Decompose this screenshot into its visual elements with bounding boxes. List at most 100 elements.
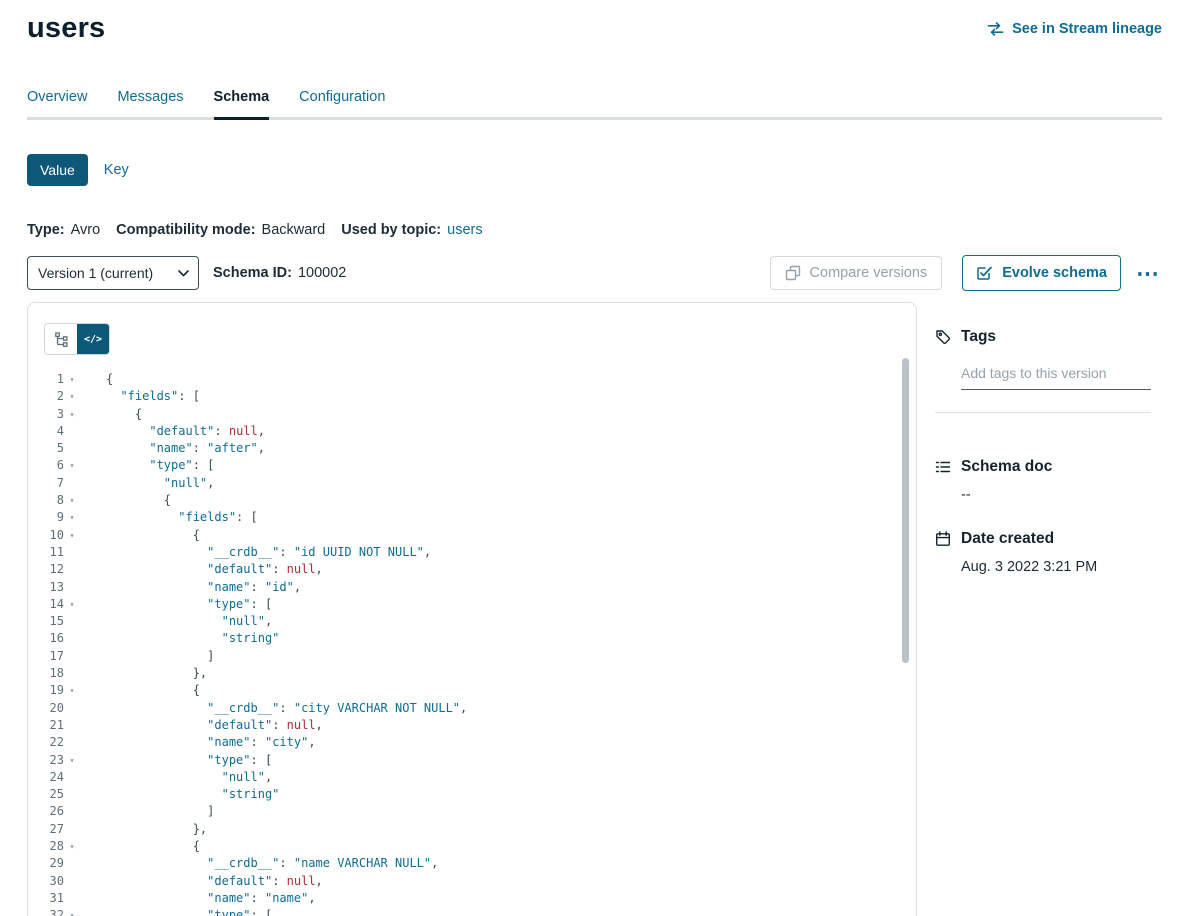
fold-toggle-icon[interactable]: ▾ — [64, 509, 80, 526]
fold-gutter-spacer — [64, 579, 80, 596]
key-toggle-button[interactable]: Key — [104, 162, 129, 178]
code-text: "default": null, — [80, 717, 323, 734]
code-line: 19▾ { — [44, 682, 916, 699]
code-line: 27 }, — [44, 821, 916, 838]
fold-toggle-icon[interactable]: ▾ — [64, 527, 80, 544]
fold-gutter-spacer — [64, 544, 80, 561]
fold-gutter-spacer — [64, 561, 80, 578]
editor-scrollbar-thumb[interactable] — [902, 358, 909, 663]
code-line: 6▾ "type": [ — [44, 457, 916, 474]
value-toggle-button[interactable]: Value — [27, 154, 88, 186]
fold-gutter-spacer — [64, 423, 80, 440]
tab-messages[interactable]: Messages — [117, 89, 183, 120]
line-number: 30 — [44, 873, 64, 890]
evolve-schema-label: Evolve schema — [1002, 265, 1107, 281]
fold-toggle-icon[interactable]: ▾ — [64, 907, 80, 916]
version-select[interactable]: Version 1 (current) — [27, 256, 199, 290]
line-number: 1 — [44, 371, 64, 388]
code-line: 3▾ { — [44, 406, 916, 423]
line-number: 5 — [44, 440, 64, 457]
code-line: 28▾ { — [44, 838, 916, 855]
fold-toggle-icon[interactable]: ▾ — [64, 388, 80, 405]
tags-title: Tags — [961, 328, 996, 346]
code-line: 13 "name": "id", — [44, 579, 916, 596]
line-number: 15 — [44, 613, 64, 630]
code-view-icon: </> — [84, 334, 102, 345]
code-line: 26 ] — [44, 803, 916, 820]
line-number: 7 — [44, 475, 64, 492]
add-tags-input[interactable] — [961, 361, 1151, 390]
fold-toggle-icon[interactable]: ▾ — [64, 838, 80, 855]
fold-gutter-spacer — [64, 821, 80, 838]
evolve-schema-icon — [976, 265, 993, 281]
code-line: 5 "name": "after", — [44, 440, 916, 457]
tab-configuration[interactable]: Configuration — [299, 89, 385, 120]
schema-code-panel: </> 1▾{2▾ "fields": [3▾ {4 "default": nu… — [27, 302, 917, 916]
line-number: 26 — [44, 803, 64, 820]
tab-schema[interactable]: Schema — [214, 89, 270, 120]
code-line: 25 "string" — [44, 786, 916, 803]
code-line: 23▾ "type": [ — [44, 752, 916, 769]
schema-doc-value: -- — [961, 487, 1162, 503]
line-number: 10 — [44, 527, 64, 544]
stream-lineage-link[interactable]: See in Stream lineage — [987, 21, 1162, 37]
line-number: 14 — [44, 596, 64, 613]
line-number: 32 — [44, 907, 64, 916]
editor-view-toggle: </> — [44, 323, 110, 355]
code-text: "name": "after", — [80, 440, 265, 457]
code-text: { — [80, 371, 113, 388]
fold-toggle-icon[interactable]: ▾ — [64, 596, 80, 613]
fold-toggle-icon[interactable]: ▾ — [64, 371, 80, 388]
fold-gutter-spacer — [64, 803, 80, 820]
topic-link[interactable]: users — [447, 222, 482, 238]
stream-lineage-label: See in Stream lineage — [1012, 21, 1162, 37]
fold-toggle-icon[interactable]: ▾ — [64, 752, 80, 769]
code-line: 15 "null", — [44, 613, 916, 630]
fold-gutter-spacer — [64, 769, 80, 786]
line-number: 20 — [44, 700, 64, 717]
code-line: 32▾ "type": [ — [44, 907, 916, 916]
code-text: "__crdb__": "id UUID NOT NULL", — [80, 544, 431, 561]
compatibility-mode: Compatibility mode: Backward — [116, 222, 325, 238]
fold-gutter-spacer — [64, 700, 80, 717]
schema-type-label: Type: — [27, 222, 65, 238]
schema-doc-section: Schema doc -- — [935, 458, 1162, 503]
sidebar-divider — [935, 412, 1151, 413]
line-number: 8 — [44, 492, 64, 509]
evolve-schema-button[interactable]: Evolve schema — [962, 255, 1121, 291]
code-text: }, — [80, 665, 207, 682]
page-header: users See in Stream lineage — [27, 0, 1162, 45]
code-line: 24 "null", — [44, 769, 916, 786]
tree-view-button[interactable] — [45, 324, 77, 354]
schema-sidebar: Tags Schema doc -- — [917, 302, 1162, 916]
line-number: 18 — [44, 665, 64, 682]
code-text: "fields": [ — [80, 388, 200, 405]
line-number: 11 — [44, 544, 64, 561]
code-text: { — [80, 492, 171, 509]
code-line: 11 "__crdb__": "id UUID NOT NULL", — [44, 544, 916, 561]
fold-toggle-icon[interactable]: ▾ — [64, 457, 80, 474]
code-text: "null", — [80, 769, 272, 786]
tags-heading: Tags — [935, 328, 1162, 346]
code-line: 7 "null", — [44, 475, 916, 492]
code-line: 2▾ "fields": [ — [44, 388, 916, 405]
code-view-button[interactable]: </> — [77, 324, 109, 354]
code-text: "type": [ — [80, 752, 272, 769]
fold-toggle-icon[interactable]: ▾ — [64, 406, 80, 423]
code-text: "default": null, — [80, 423, 265, 440]
line-number: 22 — [44, 734, 64, 751]
used-by-topic-label: Used by topic: — [341, 222, 441, 238]
schema-type: Type: Avro — [27, 222, 100, 238]
tab-overview[interactable]: Overview — [27, 89, 87, 120]
fold-gutter-spacer — [64, 873, 80, 890]
more-actions-button[interactable]: ⋯ — [1134, 266, 1162, 280]
fold-toggle-icon[interactable]: ▾ — [64, 492, 80, 509]
code-text: "string" — [80, 786, 279, 803]
code-text: { — [80, 682, 200, 699]
fold-toggle-icon[interactable]: ▾ — [64, 682, 80, 699]
schema-doc-heading: Schema doc — [935, 458, 1162, 476]
compare-versions-button[interactable]: Compare versions — [770, 256, 943, 290]
tag-icon — [935, 329, 951, 345]
code-text: "string" — [80, 630, 279, 647]
code-text: { — [80, 527, 200, 544]
